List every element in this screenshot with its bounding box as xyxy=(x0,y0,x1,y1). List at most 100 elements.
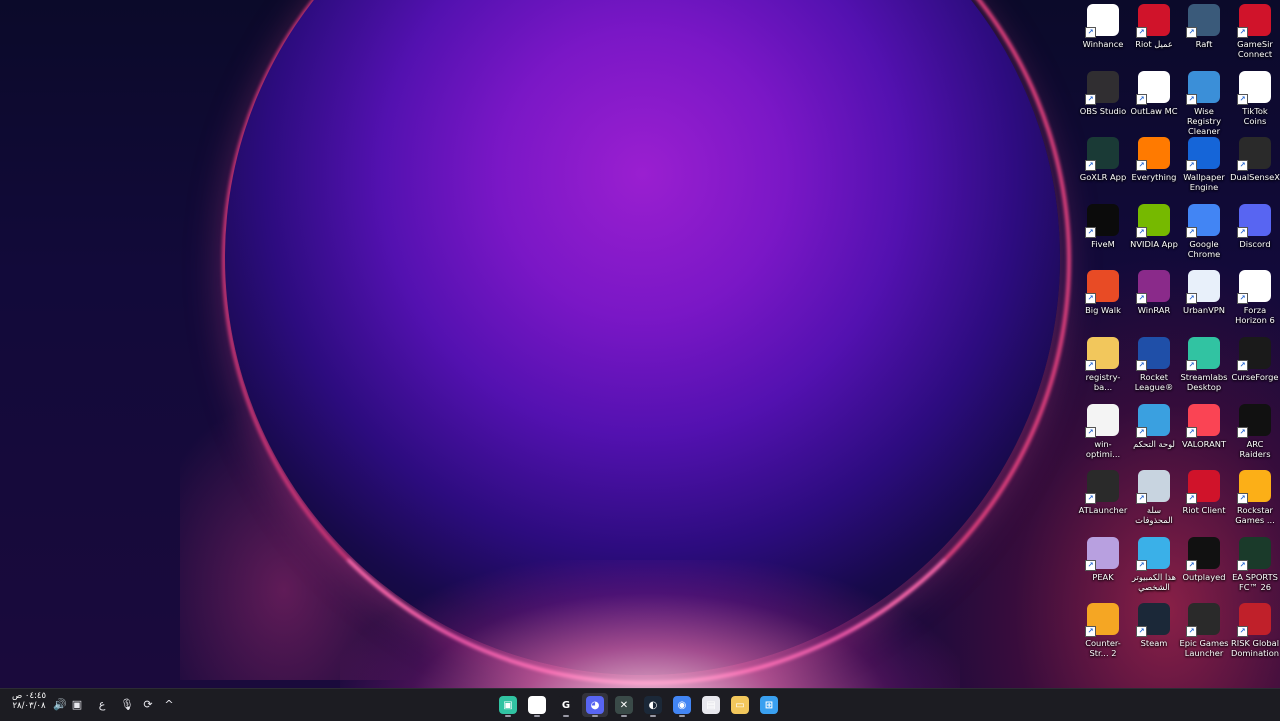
recycle-bin-icon: ↗ xyxy=(1136,470,1170,504)
riot-client-icon: ↗ xyxy=(1186,470,1220,504)
taskbar-app-button[interactable]: ◐ xyxy=(640,693,666,717)
desktop-icon-label: EA SPORTS FC™ 26 xyxy=(1232,572,1278,592)
control-panel-icon: ↗ xyxy=(1136,404,1170,438)
taskbar: 🔊 ▣ ع 🎙 ⟳ ^ ▣ G G ◕ ✕ ◐ ◉ ▤ ▭ ⊞ xyxy=(0,688,1280,721)
shortcut-arrow-icon: ↗ xyxy=(1237,427,1248,438)
taskbar-app-button[interactable]: ⊞ xyxy=(756,693,782,717)
desktop-icon[interactable]: ↗ registry-ba... xyxy=(1078,337,1128,403)
desktop-icon-label: WinRAR xyxy=(1137,305,1171,315)
desktop-icon-label: OutLaw MC xyxy=(1130,106,1178,116)
taskbar-clock[interactable]: ٠٤:٤٥ ص ٢٨/٠٣/٠٨ xyxy=(8,691,50,711)
taskbar-app-button[interactable]: ▣ xyxy=(495,693,521,717)
speaker-icon[interactable]: 🔊 xyxy=(52,696,68,712)
desktop-icon-label: DualSenseX xyxy=(1230,172,1280,182)
display-icon[interactable]: ▣ xyxy=(69,696,85,712)
desktop-icon[interactable]: ↗ هذا الكمبيوتر الشخصي xyxy=(1129,537,1179,603)
desktop-icon[interactable]: ↗ win-optimi... xyxy=(1078,404,1128,470)
ea-fc-icon: ↗ xyxy=(1237,537,1271,571)
shortcut-arrow-icon: ↗ xyxy=(1085,227,1096,238)
shortcut-arrow-icon: ↗ xyxy=(1085,560,1096,571)
shortcut-arrow-icon: ↗ xyxy=(1186,94,1197,105)
taskbar-app-button[interactable]: ▤ xyxy=(698,693,724,717)
desktop-icon[interactable]: ↗ Riot Client xyxy=(1179,470,1229,536)
desktop-icon[interactable]: ↗ ARC Raiders xyxy=(1230,404,1280,470)
shortcut-arrow-icon: ↗ xyxy=(1237,560,1248,571)
running-indicator xyxy=(592,715,598,717)
chrome-icon: ◉ xyxy=(673,696,691,714)
microphone-icon[interactable]: 🎙 xyxy=(119,696,135,712)
desktop-icon[interactable]: ↗ Streamlabs Desktop xyxy=(1179,337,1229,403)
wallpaper-engine-icon: ↗ xyxy=(1186,137,1220,171)
taskbar-app-button[interactable]: ▭ xyxy=(727,693,753,717)
language-indicator[interactable]: ع xyxy=(94,696,110,712)
desktop-icon-label: Forza Horizon 6 xyxy=(1235,305,1275,325)
shortcut-arrow-icon: ↗ xyxy=(1237,493,1248,504)
atlauncher-icon: ↗ xyxy=(1085,470,1119,504)
taskbar-app-button[interactable]: ◉ xyxy=(669,693,695,717)
desktop-icon-label: win-optimi... xyxy=(1085,439,1121,459)
desktop-icon[interactable]: ↗ ATLauncher xyxy=(1078,470,1128,536)
desktop-icon-label: Riot عميل xyxy=(1135,39,1173,49)
desktop-icon[interactable]: ↗ Raft xyxy=(1179,4,1229,70)
desktop-icon[interactable]: ↗ GoXLR App xyxy=(1078,137,1128,203)
chevron-up-icon[interactable]: ^ xyxy=(161,696,177,712)
taskbar-app-button[interactable]: G xyxy=(524,693,550,717)
taskbar-app-button[interactable]: ◕ xyxy=(582,693,608,717)
desktop-icon[interactable]: ↗ EA SPORTS FC™ 26 xyxy=(1230,537,1280,603)
desktop-icon[interactable]: ↗ لوحة التحكم xyxy=(1129,404,1179,470)
desktop-icon[interactable]: ↗ OBS Studio xyxy=(1078,71,1128,137)
desktop-icon[interactable]: ↗ Winhance xyxy=(1078,4,1128,70)
desktop-icon[interactable]: ↗ Counter-Str... 2 xyxy=(1078,603,1128,669)
desktop-icon-label: Everything xyxy=(1131,172,1177,182)
desktop-icon[interactable]: ↗ CurseForge xyxy=(1230,337,1280,403)
taskbar-app-button[interactable]: G xyxy=(553,693,579,717)
desktop-icon[interactable]: ↗ Everything xyxy=(1129,137,1179,203)
desktop-icon[interactable]: ↗ DualSenseX xyxy=(1230,137,1280,203)
steam-icon: ↗ xyxy=(1136,603,1170,637)
desktop-icon[interactable]: ↗ OutLaw MC xyxy=(1129,71,1179,137)
forza-icon: ↗ xyxy=(1237,270,1271,304)
desktop-icon[interactable]: ↗ PEAK xyxy=(1078,537,1128,603)
desktop-icon-label: GameSir Connect xyxy=(1237,39,1273,59)
desktop-icon[interactable]: ↗ Steam xyxy=(1129,603,1179,669)
taskbar-app-button[interactable]: ✕ xyxy=(611,693,637,717)
desktop-icon-label: Counter-Str... 2 xyxy=(1085,638,1121,658)
valorant-icon: ↗ xyxy=(1186,404,1220,438)
urbanvpn-icon: ↗ xyxy=(1186,270,1220,304)
desktop-icon[interactable]: ↗ FiveM xyxy=(1078,204,1128,270)
risk-icon: ↗ xyxy=(1237,603,1271,637)
desktop-icon[interactable]: ↗ Rocket League® xyxy=(1129,337,1179,403)
desktop-icon[interactable]: ↗ Epic Games Launcher xyxy=(1179,603,1229,669)
desktop-icon[interactable]: ↗ GameSir Connect xyxy=(1230,4,1280,70)
desktop-icon[interactable]: ↗ Google Chrome xyxy=(1179,204,1229,270)
desktop-icon[interactable]: ↗ TikTok Coins xyxy=(1230,71,1280,137)
shortcut-arrow-icon: ↗ xyxy=(1085,360,1096,371)
sync-icon[interactable]: ⟳ xyxy=(140,696,156,712)
riot-icon: ↗ xyxy=(1136,4,1170,38)
desktop-icon[interactable]: ↗ Discord xyxy=(1230,204,1280,270)
desktop-icon[interactable]: ↗ RISK Global Domination xyxy=(1230,603,1280,669)
shortcut-arrow-icon: ↗ xyxy=(1085,493,1096,504)
desktop-icon-label: Raft xyxy=(1195,39,1213,49)
file-icon: ↗ xyxy=(1136,71,1170,105)
desktop-icon[interactable]: ↗ Riot عميل xyxy=(1129,4,1179,70)
desktop-icon-label: ATLauncher xyxy=(1078,505,1128,515)
desktop-icon[interactable]: ↗ سلة المحذوفات xyxy=(1129,470,1179,536)
desktop-icon[interactable]: ↗ Forza Horizon 6 xyxy=(1230,270,1280,336)
desktop-icon[interactable]: ↗ UrbanVPN xyxy=(1179,270,1229,336)
desktop-icon[interactable]: ↗ WinRAR xyxy=(1129,270,1179,336)
desktop-icon[interactable]: ↗ Big Walk xyxy=(1078,270,1128,336)
shortcut-arrow-icon: ↗ xyxy=(1186,626,1197,637)
shortcut-arrow-icon: ↗ xyxy=(1136,27,1147,38)
desktop-icon[interactable]: ↗ Rockstar Games ... xyxy=(1230,470,1280,536)
shortcut-arrow-icon: ↗ xyxy=(1136,293,1147,304)
desktop-icon[interactable]: ↗ Outplayed xyxy=(1179,537,1229,603)
desktop-icon[interactable]: ↗ NVIDIA App xyxy=(1129,204,1179,270)
desktop-icon[interactable]: ↗ Wallpaper Engine xyxy=(1179,137,1229,203)
desktop-icon[interactable]: ↗ VALORANT xyxy=(1179,404,1229,470)
shortcut-arrow-icon: ↗ xyxy=(1237,227,1248,238)
desktop-icon[interactable]: ↗ Wise Registry Cleaner xyxy=(1179,71,1229,137)
arc-raiders-icon: ↗ xyxy=(1237,404,1271,438)
desktop-icon-label: PEAK xyxy=(1092,572,1114,582)
desktop-icon-label: سلة المحذوفات xyxy=(1135,505,1173,525)
